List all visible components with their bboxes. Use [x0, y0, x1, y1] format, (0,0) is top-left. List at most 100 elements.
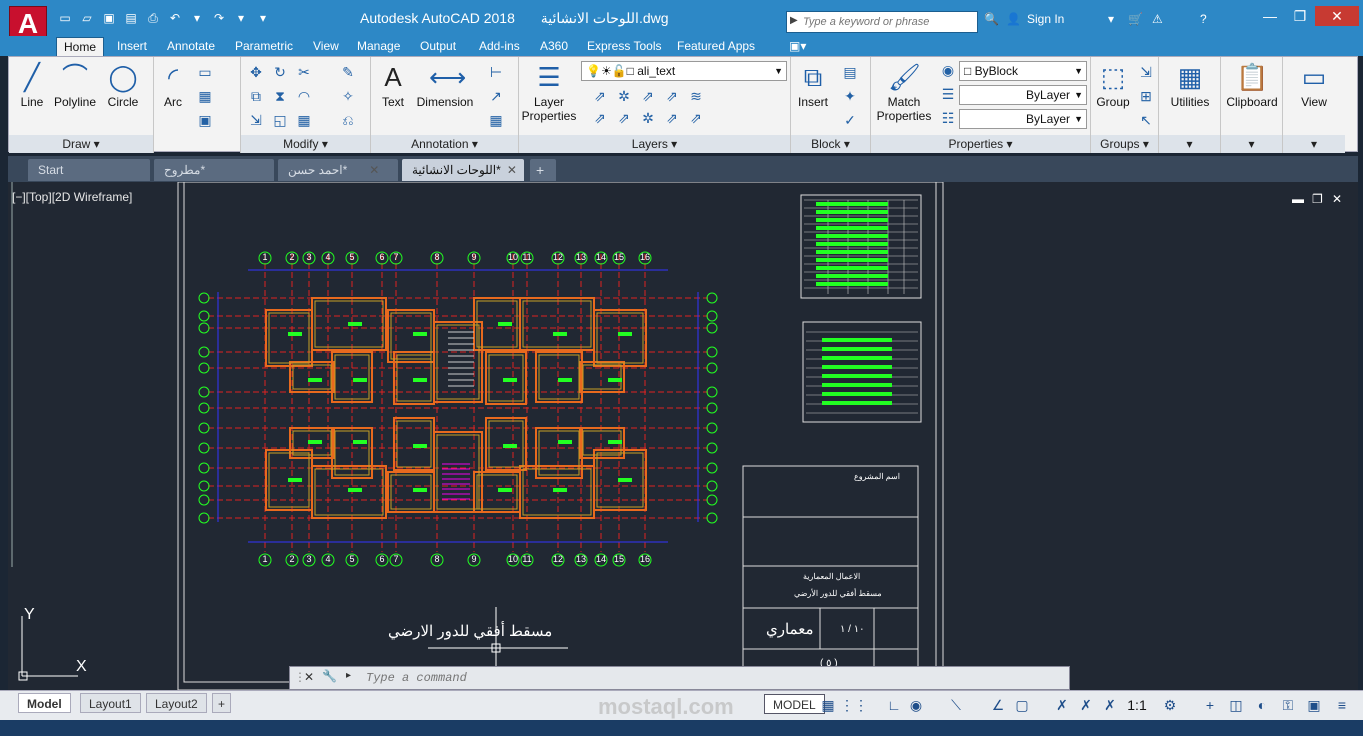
doc-tab-start[interactable]: Start: [28, 159, 150, 181]
ungroup-icon[interactable]: ⇲: [1137, 63, 1155, 81]
attribute-icon[interactable]: ✓: [841, 111, 859, 129]
search-box[interactable]: ▶: [786, 11, 978, 33]
dimension-tool[interactable]: ⟷ Dimension: [415, 61, 475, 109]
drawing-viewport[interactable]: [−][Top][2D Wireframe] ▬ ❐ ✕ 12 3 4 5 6 …: [8, 182, 1358, 690]
autodesk-360-icon[interactable]: ⚠: [1152, 12, 1163, 26]
workspace-gear-icon[interactable]: ⚙: [1160, 696, 1180, 714]
group-select-icon[interactable]: ↖: [1137, 111, 1155, 129]
ribbon-tab-a360[interactable]: A360: [533, 37, 575, 56]
circle-tool[interactable]: ◯ Circle: [103, 61, 143, 109]
search-input[interactable]: [787, 12, 977, 32]
undo-icon[interactable]: ↶: [166, 10, 184, 26]
leader-icon[interactable]: ↗: [487, 87, 505, 105]
layer-dropdown[interactable]: 💡☀🔓□ ali_text ▼: [581, 61, 787, 81]
group-tool[interactable]: ⬚ Group: [1093, 61, 1133, 109]
cart-icon[interactable]: 🛒: [1128, 12, 1143, 26]
layer-tool-icon[interactable]: ⇗: [615, 109, 633, 127]
properties-panel-title[interactable]: Properties ▾: [871, 135, 1090, 153]
edit-block-icon[interactable]: ✦: [841, 87, 859, 105]
group-edit-icon[interactable]: ⊞: [1137, 87, 1155, 105]
region-icon[interactable]: ▣: [196, 111, 214, 129]
clean-screen-icon[interactable]: ▣: [1304, 696, 1324, 714]
redo-icon[interactable]: ↷: [210, 10, 228, 26]
new-icon[interactable]: ▭: [56, 10, 74, 26]
arc-tool[interactable]: ◜ Arc: [156, 61, 190, 109]
annotation-scale-value[interactable]: 1:1: [1124, 696, 1150, 714]
hatch-icon[interactable]: ▦: [196, 87, 214, 105]
erase-icon[interactable]: ✎: [339, 63, 357, 81]
close-button[interactable]: ✕: [1315, 6, 1359, 26]
sign-in-button[interactable]: Sign In: [1027, 12, 1064, 26]
text-tool[interactable]: A Text: [375, 61, 411, 109]
scale-icon[interactable]: ◱: [271, 111, 289, 129]
osnap-tracking-icon[interactable]: ∠: [988, 696, 1008, 714]
utilities-dropdown-icon[interactable]: ▾: [1159, 135, 1220, 153]
ribbon-tab-parametric[interactable]: Parametric: [228, 37, 300, 56]
lock-ui-icon[interactable]: ⚿: [1278, 696, 1298, 714]
layout-tab-model[interactable]: Model: [18, 693, 71, 713]
layer-tool-icon[interactable]: ⇗: [591, 87, 609, 105]
model-space-toggle[interactable]: MODEL: [764, 694, 825, 714]
application-menu-button[interactable]: A: [9, 6, 47, 40]
fillet-icon[interactable]: ◠: [295, 87, 313, 105]
snap-icon[interactable]: ⋮⋮: [840, 696, 868, 714]
osnap-icon[interactable]: ▢: [1012, 696, 1032, 714]
isodraft-icon[interactable]: ⟍: [946, 696, 966, 714]
layer-tool-icon[interactable]: ✲: [615, 87, 633, 105]
clipboard-tool[interactable]: 📋 Clipboard: [1223, 61, 1281, 109]
close-tab-icon[interactable]: ✕: [369, 163, 379, 177]
annotation-panel-title[interactable]: Annotation ▾: [371, 135, 518, 153]
array-icon[interactable]: ▦: [295, 111, 313, 129]
move-icon[interactable]: ✥: [247, 63, 265, 81]
match-properties-tool[interactable]: 🖌 Match Properties: [875, 61, 933, 123]
view-panel[interactable]: ▭ View ▾: [1283, 57, 1345, 153]
utilities-panel[interactable]: ▦ Utilities ▾: [1159, 57, 1221, 153]
ribbon-tab-manage[interactable]: Manage: [350, 37, 407, 56]
rotate-icon[interactable]: ↻: [271, 63, 289, 81]
ribbon-tab-featured-apps[interactable]: Featured Apps: [670, 37, 762, 56]
layout-tab-layout1[interactable]: Layout1: [80, 693, 141, 713]
annotation-monitor-icon[interactable]: +: [1200, 696, 1220, 714]
layer-tool-icon[interactable]: ≋: [687, 87, 705, 105]
close-tab-icon[interactable]: ✕: [507, 163, 517, 177]
annotation-visibility-icon[interactable]: ✗: [1052, 696, 1072, 714]
add-layout-button[interactable]: +: [212, 693, 232, 713]
draw-panel-title[interactable]: Draw ▾: [9, 135, 153, 153]
modify-panel-title[interactable]: Modify ▾: [241, 135, 370, 153]
ortho-icon[interactable]: ∟: [884, 696, 904, 714]
doc-tab-active[interactable]: اللوحات الانشائية* ✕: [402, 159, 524, 181]
command-line[interactable]: ⋮ ✕ 🔧 ▸: [289, 666, 1070, 690]
clipboard-panel[interactable]: 📋 Clipboard ▾: [1221, 57, 1283, 153]
plot-icon[interactable]: ⎙: [144, 10, 162, 26]
utilities-tool[interactable]: ▦ Utilities: [1161, 61, 1219, 109]
lineweight-dropdown[interactable]: ByLayer ▼: [959, 109, 1087, 129]
offset-icon[interactable]: ⎌: [339, 111, 357, 129]
copy-icon[interactable]: ⧉: [247, 87, 265, 105]
customize-command-icon[interactable]: 🔧: [322, 669, 337, 683]
save-as-icon[interactable]: ▤: [122, 10, 140, 26]
create-block-icon[interactable]: ▤: [841, 63, 859, 81]
open-icon[interactable]: ▱: [78, 10, 96, 26]
layout-tab-layout2[interactable]: Layout2: [146, 693, 207, 713]
annotation-scale-icon[interactable]: ✗: [1100, 696, 1120, 714]
ribbon-tab-view[interactable]: View: [306, 37, 346, 56]
rectangle-icon[interactable]: ▭: [196, 63, 214, 81]
linear-dim-icon[interactable]: ⊢: [487, 63, 505, 81]
new-tab-button[interactable]: +: [530, 159, 556, 181]
save-icon[interactable]: ▣: [100, 10, 118, 26]
doc-tab-2[interactable]: مطروح*: [154, 159, 274, 181]
layer-tool-icon[interactable]: ⇗: [591, 109, 609, 127]
table-icon[interactable]: ▦: [487, 111, 505, 129]
grid-icon[interactable]: ▦: [818, 696, 838, 714]
ribbon-tab-annotate[interactable]: Annotate: [160, 37, 222, 56]
polyline-tool[interactable]: ⌒ Polyline: [51, 61, 99, 109]
restore-button[interactable]: ❐: [1286, 6, 1314, 26]
search-expand-icon[interactable]: ▶: [790, 15, 798, 26]
clipboard-dropdown-icon[interactable]: ▾: [1221, 135, 1282, 153]
view-dropdown-icon[interactable]: ▾: [1283, 135, 1345, 153]
customize-qat-icon[interactable]: ▾: [254, 10, 272, 26]
insert-tool[interactable]: ⧉ Insert: [793, 61, 833, 109]
stretch-icon[interactable]: ⇲: [247, 111, 265, 129]
layer-tool-icon[interactable]: ⇗: [663, 87, 681, 105]
layer-tool-icon[interactable]: ⇗: [639, 87, 657, 105]
